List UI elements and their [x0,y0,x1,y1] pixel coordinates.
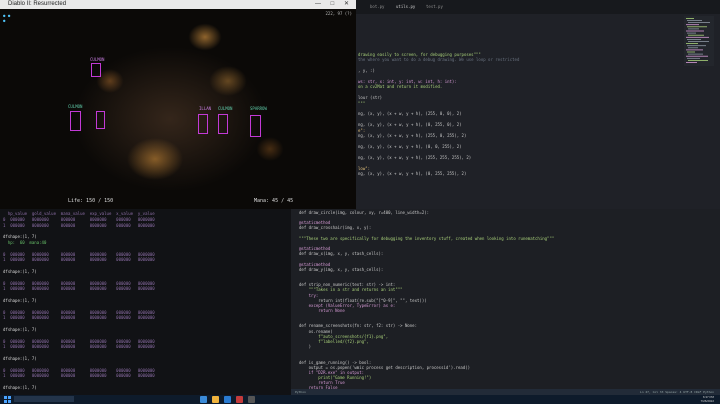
monster-label: CULMON [68,104,83,109]
terminal-line: 1 000000 0000000 000000 0000000 000000 0… [3,222,155,228]
minimap-line [686,24,699,26]
monster-label: CULMON [90,57,105,62]
minimap-line [688,47,698,49]
browser-icon[interactable] [200,396,207,403]
monster-box [91,63,101,77]
minimap-line [688,28,699,30]
window-controls[interactable]: — □ ✕ [315,0,353,9]
clock[interactable]: 6:37 PM 7/26/2022 [701,395,714,403]
terminal-icon[interactable] [248,396,255,403]
terminal-panel[interactable]: hp_value gold_value mana_value exp_value… [0,209,291,395]
monster-label: SPARROW [250,106,267,111]
terminal-line: 1 000000 0000000 000000 0000000 000000 0… [3,257,155,263]
monster-box [96,111,105,129]
tab-bot[interactable]: bot.py [370,4,384,9]
minimap-line [688,53,703,55]
windows-start-icon[interactable] [4,396,11,403]
game-icon[interactable] [236,396,243,403]
taskbar: 6:37 PM 7/26/2022 [0,395,720,404]
code-line: """These two are specifically for debugg… [299,235,555,241]
minimap-line [686,18,694,19]
code-view[interactable]: drawing easily to screen, for debugging … [358,52,678,187]
game-scene[interactable]: ● ● ● CULMON CULMON ILLAN CULMON SPARROW … [0,9,356,209]
debug-markers-icon: ● ● ● [3,13,11,23]
minimap-line [688,22,710,23]
folder-icon[interactable] [212,396,219,403]
minimap-line [687,26,707,28]
minimap[interactable] [684,16,714,66]
terminal-line: 1 000000 0000000 000000 0000000 000000 0… [3,344,155,350]
terminal-line: 0 000000 0000000 000000 0000000 000000 0… [3,216,155,222]
minimap-line [686,49,703,51]
monster-box [250,115,261,137]
terminal-line: 1 000000 0000000 000000 0000000 000000 0… [3,373,155,379]
monster-label: ILLAN [199,106,212,111]
status-info: Ln 27, Col 33 Spaces: 4 UTF-8 CRLF Pytho… [639,390,714,394]
vscode-icon[interactable] [224,396,231,403]
code-editor-bottom[interactable]: def draw_circle(img, colour, xy, r=400, … [291,209,720,395]
life-readout: Life: 150 / 150 [68,198,114,204]
game-window[interactable]: Diablo II: Resurrected — □ ✕ ● ● ● CULMON… [0,0,356,209]
monster-label: CULMON [218,106,233,111]
monster-box [198,114,208,134]
minimap-line [686,30,704,32]
terminal-line: dfshape:(1, 7) [3,384,37,390]
minimap-line [686,36,709,38]
minimap-line [687,32,696,34]
terminal-line: 1 000000 0000000 000000 0000000 000000 0… [3,286,155,292]
clock-date: 7/26/2022 [700,399,714,403]
minimap-line [688,41,709,42]
monster-box [218,114,228,134]
editor-tab-bar[interactable]: bot.py utils.py test.py [356,0,720,14]
coords-readout: 222, 97 (?) [325,11,353,16]
minimap-line [686,55,708,57]
minimap-line [687,39,701,40]
minimap-line [686,62,697,63]
minimap-line [688,34,704,36]
tab-utils[interactable]: utils.py [396,4,415,9]
minimap-line [687,20,702,21]
mana-readout: Mana: 45 / 45 [254,198,294,204]
search-box[interactable] [14,396,74,402]
terminal-line: 1 000000 0000000 000000 0000000 000000 0… [3,315,155,321]
game-window-title: Diablo II: Resurrected [8,1,67,7]
minimap-line [687,51,695,53]
monster-box [70,111,81,131]
minimap-line [687,57,700,59]
minimap-line [688,60,708,61]
terminal-line: hp_value gold_value mana_value exp_value… [3,211,155,216]
minimap-line [686,43,698,44]
minimap-line [687,45,706,47]
status-language: Python [295,390,306,394]
tab-test[interactable]: test.py [426,4,443,9]
